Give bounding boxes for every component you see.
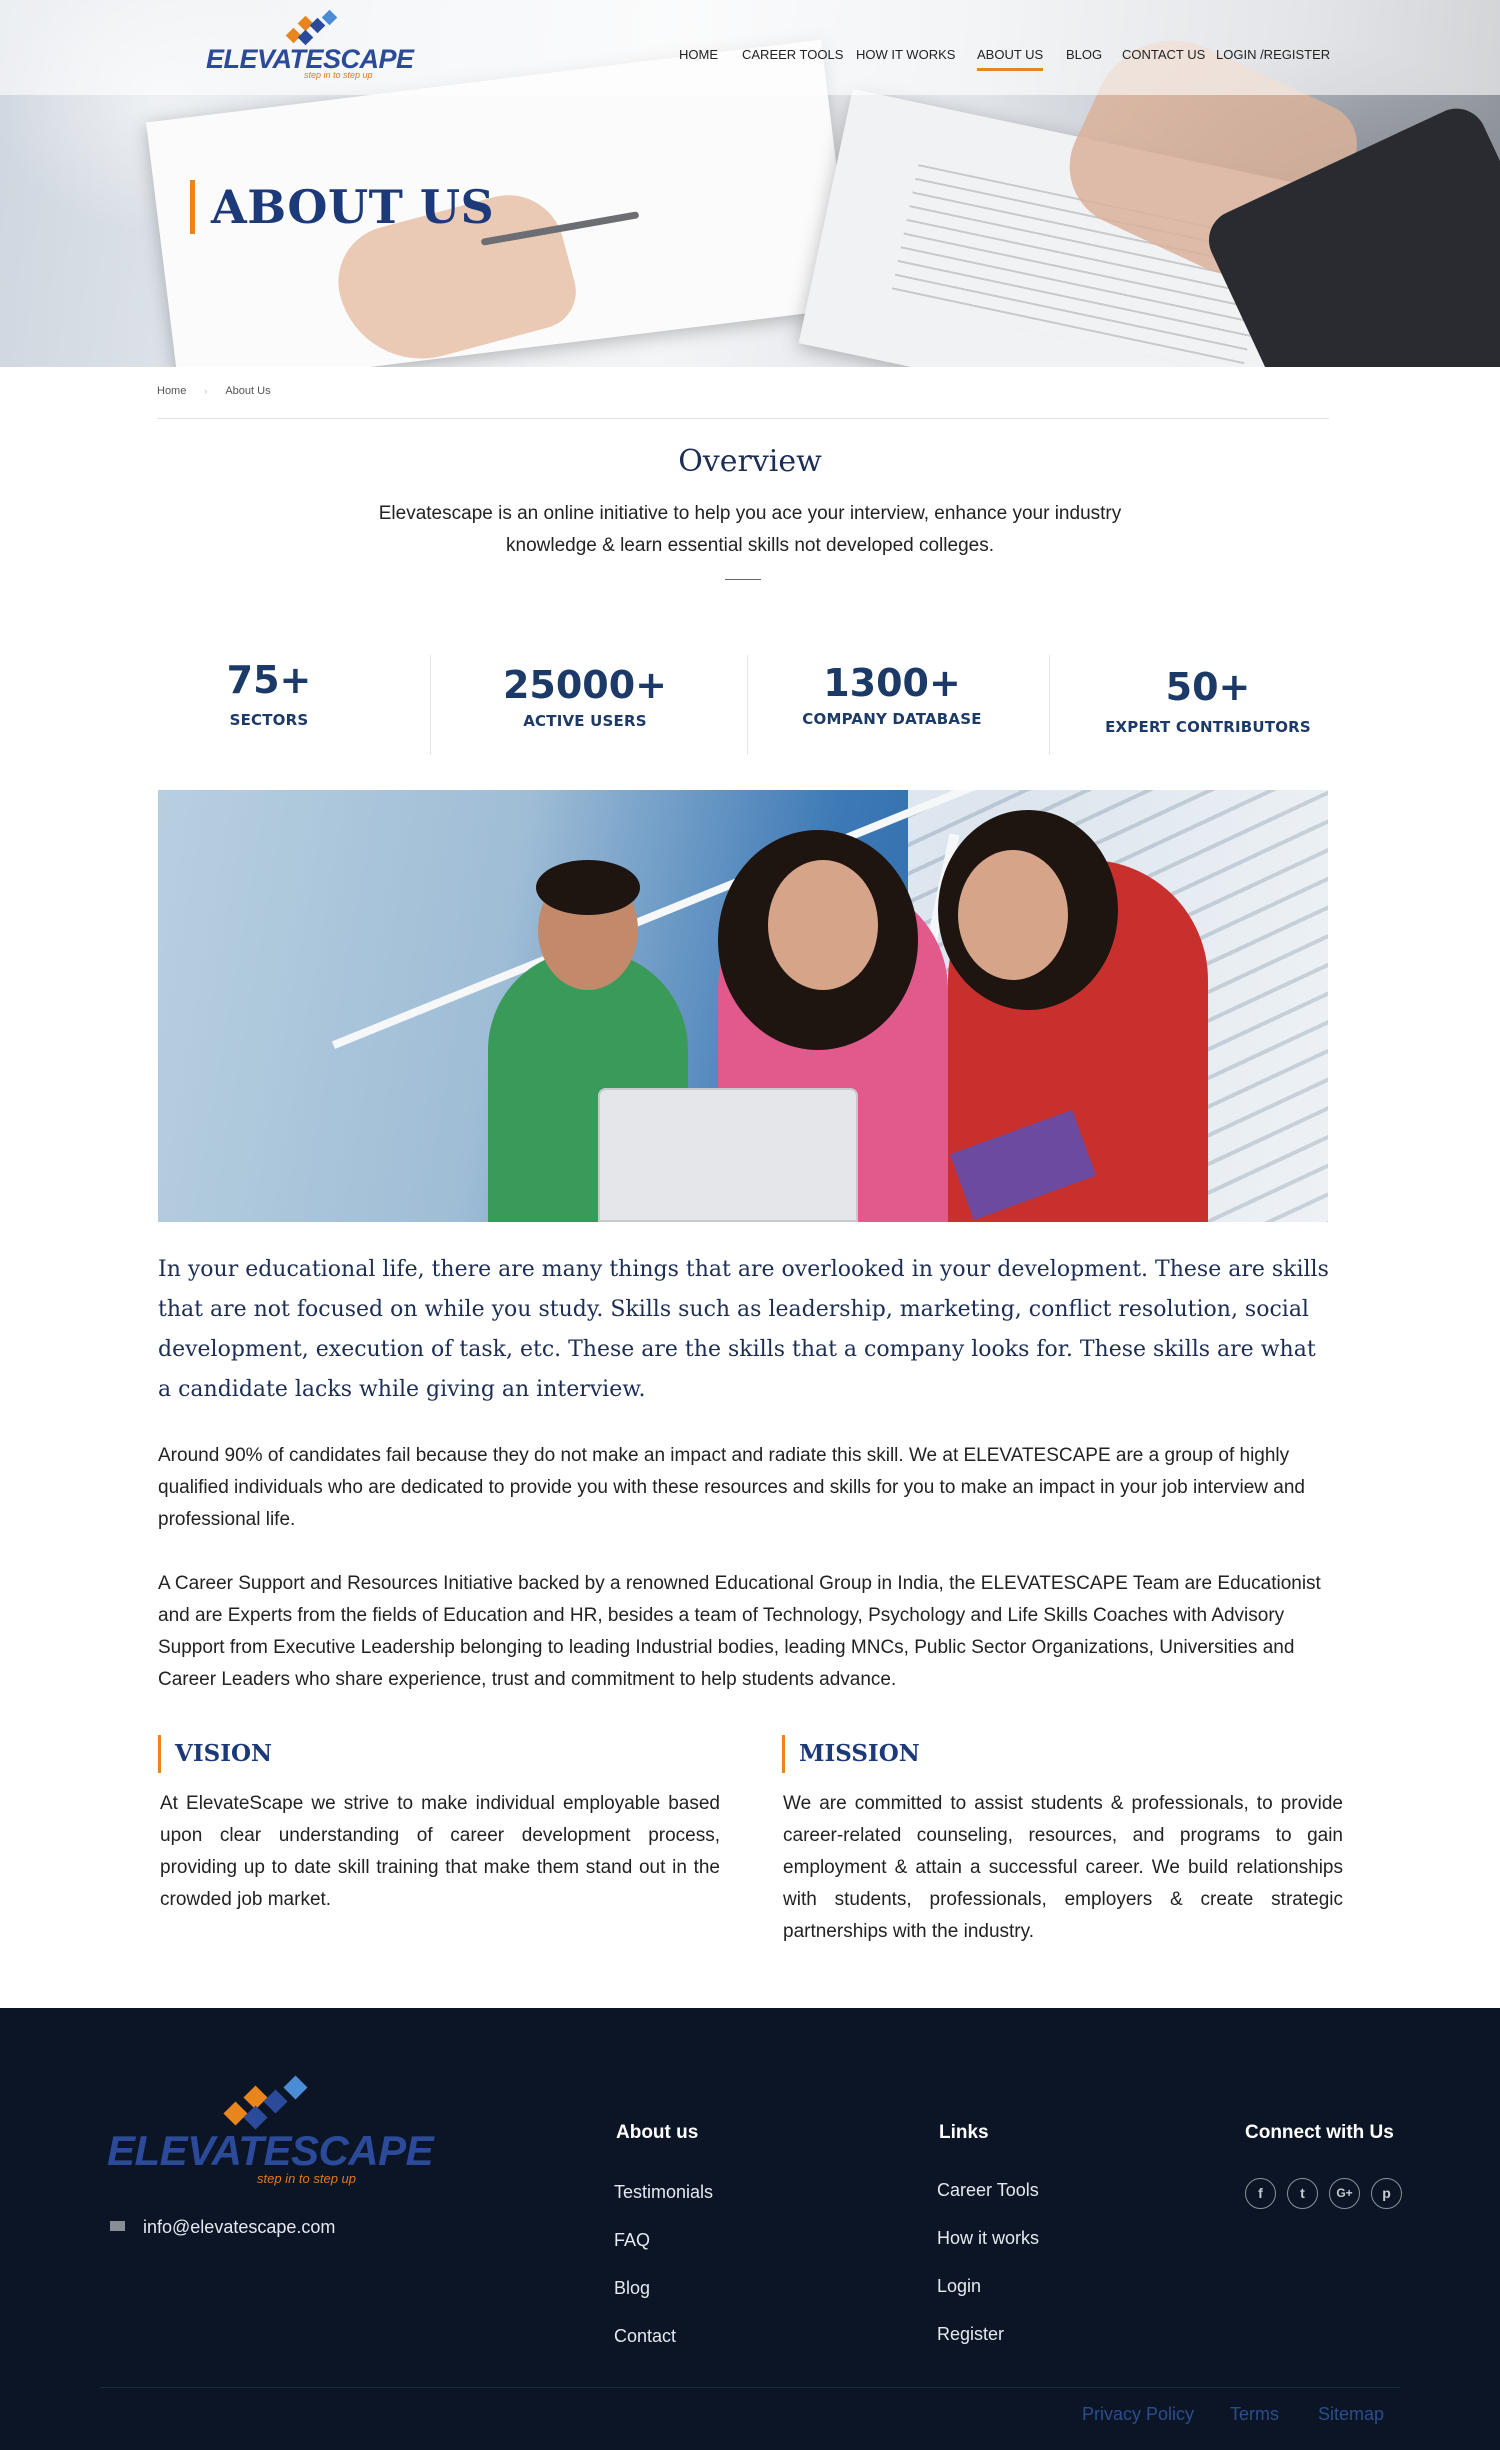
photo-student-head	[768, 860, 878, 990]
footer-logo[interactable]: ELEVATESCAPE step in to step up	[107, 2075, 434, 2195]
logo-tagline: step in to step up	[257, 2171, 357, 2186]
footer-link-how-it-works[interactable]: How it works	[937, 2228, 1039, 2249]
students-photo	[158, 790, 1328, 1222]
nav-about-us[interactable]: ABOUT US	[977, 47, 1044, 71]
footer-email[interactable]: info@elevatescape.com	[110, 2217, 335, 2238]
divider	[1049, 655, 1050, 755]
stat-label: COMPANY DATABASE	[802, 710, 982, 728]
divider	[100, 2387, 1400, 2388]
nav-career-tools[interactable]: CAREER TOOLS	[742, 47, 843, 62]
pinterest-icon[interactable]: p	[1371, 2178, 1402, 2209]
footer-link-career-tools[interactable]: Career Tools	[937, 2180, 1039, 2201]
stat-label: EXPERT CONTRIBUTORS	[1105, 718, 1311, 736]
nav-how-it-works[interactable]: HOW IT WORKS	[856, 47, 955, 62]
footer-link-login[interactable]: Login	[937, 2276, 981, 2297]
stat-sectors: 75+ SECTORS	[158, 655, 380, 729]
lead-paragraph: In your educational life, there are many…	[158, 1257, 1329, 1402]
top-navbar: ELEVATESCAPE step in to step up HOME CAR…	[0, 0, 1500, 95]
photo-laptop	[598, 1088, 858, 1222]
stat-value: 1300+	[823, 661, 961, 705]
footer-link-sitemap[interactable]: Sitemap	[1318, 2404, 1384, 2425]
nav-login-register[interactable]: LOGIN /REGISTER	[1216, 47, 1330, 62]
body-paragraph: A Career Support and Resources Initiativ…	[158, 1573, 1321, 1690]
footer-link-blog[interactable]: Blog	[614, 2278, 650, 2299]
footer-heading-connect: Connect with Us	[1245, 2122, 1394, 2143]
nav-contact-us[interactable]: CONTACT US	[1122, 47, 1205, 62]
footer-link-privacy-policy[interactable]: Privacy Policy	[1082, 2404, 1194, 2425]
stat-active-users: 25000+ ACTIVE USERS	[480, 660, 690, 730]
overview-text: Elevatescape is an online initiative to …	[378, 503, 1122, 556]
photo-student-head	[958, 850, 1068, 980]
footer-email-text: info@elevatescape.com	[143, 2217, 336, 2237]
footer-link-register[interactable]: Register	[937, 2324, 1004, 2345]
stat-expert-contributors: 50+ EXPERT CONTRIBUTORS	[1098, 662, 1318, 736]
divider	[747, 655, 748, 755]
stat-value: 25000+	[502, 663, 668, 707]
stat-label: ACTIVE USERS	[523, 712, 647, 730]
overview-title: Overview	[678, 444, 822, 479]
photo-student-hair	[536, 860, 640, 915]
page-title: ABOUT US	[190, 180, 494, 234]
logo-tagline: step in to step up	[304, 70, 373, 80]
stat-company-database: 1300+ COMPANY DATABASE	[787, 658, 997, 728]
divider	[430, 655, 431, 755]
footer-link-faq[interactable]: FAQ	[614, 2230, 650, 2251]
footer-link-terms[interactable]: Terms	[1230, 2404, 1279, 2425]
google-plus-icon[interactable]: G+	[1329, 2178, 1360, 2209]
stat-value: 50+	[1165, 665, 1251, 709]
mission-title: MISSION	[782, 1735, 920, 1773]
mission-text: We are committed to assist students & pr…	[783, 1793, 1343, 1942]
twitter-icon[interactable]: t	[1287, 2178, 1318, 2209]
body-paragraph: Around 90% of candidates fail because th…	[158, 1445, 1305, 1530]
divider	[725, 579, 761, 580]
footer-heading-about: About us	[616, 2122, 699, 2143]
facebook-icon[interactable]: f	[1245, 2178, 1276, 2209]
page-title-text: ABOUT US	[211, 180, 495, 234]
site-logo[interactable]: ELEVATESCAPE step in to step up	[206, 9, 414, 82]
footer-link-testimonials[interactable]: Testimonials	[614, 2182, 713, 2203]
breadcrumb-home[interactable]: Home	[157, 385, 186, 397]
vision-title: VISION	[158, 1735, 272, 1773]
breadcrumb-current: About Us	[225, 385, 271, 397]
breadcrumb: Home › About Us	[157, 385, 289, 397]
stat-label: SECTORS	[229, 711, 309, 729]
footer-link-contact[interactable]: Contact	[614, 2326, 676, 2347]
nav-blog[interactable]: BLOG	[1066, 47, 1102, 62]
nav-home[interactable]: HOME	[679, 47, 718, 62]
footer-heading-links: Links	[939, 2122, 989, 2143]
breadcrumb-separator-icon: ›	[204, 386, 208, 396]
divider	[157, 418, 1329, 419]
logo-text: ELEVATESCAPE	[107, 2127, 434, 2174]
envelope-icon	[110, 2221, 125, 2232]
stat-value: 75+	[226, 658, 312, 702]
vision-text: At ElevateScape we strive to make indivi…	[160, 1793, 720, 1910]
